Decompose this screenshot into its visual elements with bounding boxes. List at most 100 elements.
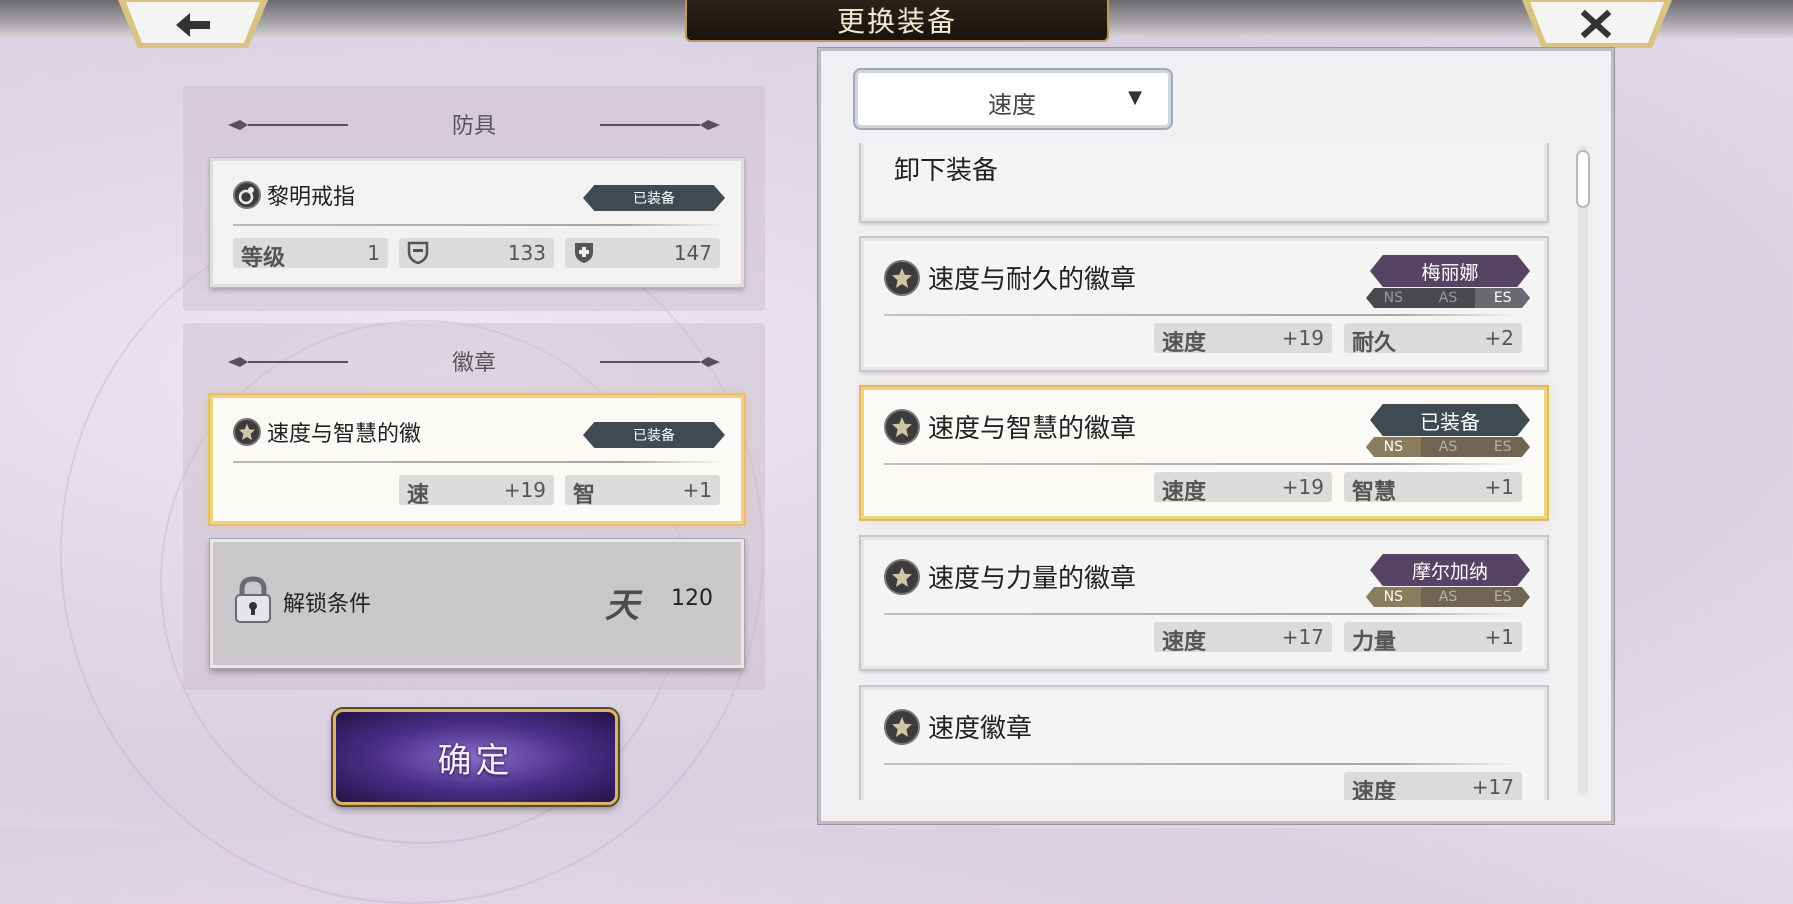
equipped-tag: 已装备 [1370, 404, 1530, 436]
stat-value: +19 [1281, 326, 1324, 350]
ornament-right-icon [600, 120, 720, 130]
star-badge-icon [884, 259, 920, 296]
badge-list-item[interactable]: 速度与力量的徽章 摩尔加纳 NS AS ES 速度 +17 力量 +1 [861, 537, 1547, 669]
stat-defense: 133 [399, 238, 554, 268]
ornament-left-icon [228, 357, 348, 367]
character-tag: 摩尔加纳 [1370, 554, 1530, 586]
version-es: ES [1475, 288, 1530, 308]
stat-value: +1 [1484, 475, 1514, 499]
version-es: ES [1493, 439, 1512, 455]
stat-value: +1 [1484, 625, 1514, 649]
badge-title: 速度与耐久的徽章 [884, 259, 1136, 296]
badge-title: 速度徽章 [884, 708, 1032, 745]
stat-speed: 速 +19 [399, 475, 554, 508]
stat-value: 1 [367, 241, 380, 265]
ring-icon [233, 181, 261, 209]
filter-dropdown[interactable]: 速度 ▼ [855, 70, 1171, 128]
unequip-row[interactable]: 卸下装备 [861, 143, 1547, 221]
stat-label: 耐久 [1352, 331, 1397, 356]
divider [884, 763, 1518, 765]
shield-icon [407, 240, 429, 270]
list-scrollbar[interactable] [1578, 146, 1588, 796]
close-button[interactable] [1522, 0, 1672, 50]
star-badge-icon [884, 558, 920, 595]
stat-strength: 力量 +1 [1344, 622, 1522, 655]
badge-name: 速度徽章 [928, 714, 1033, 744]
stat-endurance: 耐久 +2 [1344, 323, 1522, 356]
badge-name: 速度与耐久的徽章 [928, 265, 1137, 295]
stat-speed: 速度 +19 [1154, 472, 1332, 505]
stat-magic-defense: 147 [565, 238, 720, 268]
stat-label: 速度 [1352, 780, 1397, 800]
locked-slot-card[interactable]: 解锁条件 天 120 [210, 539, 744, 668]
stat-label: 智 [573, 483, 596, 508]
armor-item-card[interactable]: 黎明戒指 已装备 等级 1 133 147 [210, 158, 744, 287]
stat-value: 133 [507, 241, 546, 265]
stat-label: 等级 [241, 246, 286, 271]
stat-speed: 速度 +17 [1344, 772, 1522, 800]
title-plate: 更换装备 [685, 0, 1109, 42]
version-as: AS [1438, 290, 1458, 306]
filter-selected-value: 速度 [988, 91, 1036, 119]
badge-item-name: 速度与智慧的徽 [267, 422, 422, 447]
stat-label: 速度 [1162, 331, 1207, 356]
badge-title: 速度与力量的徽章 [884, 558, 1136, 595]
stat-value: +19 [503, 478, 546, 502]
version-as: AS [1438, 439, 1458, 455]
version-indicator: NS AS ES [1366, 587, 1530, 607]
divider [233, 461, 723, 463]
character-tag: 梅丽娜 [1370, 255, 1530, 287]
ornament-left-icon [228, 120, 348, 130]
confirm-button[interactable]: 确定 [333, 709, 618, 805]
version-ns: NS [1366, 587, 1421, 607]
armor-section-header: 防具 [183, 106, 765, 142]
stat-speed: 速度 +17 [1154, 622, 1332, 655]
badge-list-item[interactable]: 速度与耐久的徽章 梅丽娜 NS AS ES 速度 +19 耐久 +2 [861, 238, 1547, 370]
stat-label: 速度 [1162, 480, 1207, 505]
divider [884, 613, 1518, 615]
armor-item-name: 黎明戒指 [267, 185, 356, 210]
stat-label: 速度 [1162, 630, 1207, 655]
stat-value: +2 [1484, 326, 1514, 350]
armor-heading: 防具 [451, 114, 496, 139]
version-as: AS [1438, 589, 1458, 605]
shield-plus-icon [573, 240, 595, 270]
badge-list-item[interactable]: 速度徽章 速度 +17 [861, 687, 1547, 800]
divider [884, 314, 1518, 316]
divider [233, 224, 723, 226]
badge-name: 速度与力量的徽章 [928, 564, 1137, 594]
stat-label: 智慧 [1352, 480, 1397, 505]
stat-value: +19 [1281, 475, 1324, 499]
badge-list[interactable]: 卸下装备 速度与耐久的徽章 梅丽娜 NS AS ES 速度 +19 耐久 +2 … [855, 143, 1555, 800]
ornament-right-icon [600, 357, 720, 367]
unequip-label: 卸下装备 [894, 156, 999, 186]
badge-section-header: 徽章 [183, 343, 765, 379]
star-badge-icon [884, 408, 920, 445]
badge-item-title: 速度与智慧的徽 [233, 416, 421, 448]
stat-speed: 速度 +19 [1154, 323, 1332, 356]
badge-name: 速度与智慧的徽章 [928, 414, 1137, 444]
chevron-down-icon: ▼ [1128, 87, 1142, 108]
badge-list-item-selected[interactable]: 速度与智慧的徽章 已装备 NS AS ES 速度 +19 智慧 +1 [861, 387, 1547, 519]
armor-item-title: 黎明戒指 [233, 179, 355, 211]
version-indicator: NS AS ES [1366, 288, 1530, 308]
scrollbar-thumb[interactable] [1576, 150, 1590, 208]
star-badge-icon [884, 708, 920, 745]
divider [884, 463, 1518, 465]
page-title: 更换装备 [836, 5, 957, 38]
stat-wisdom: 智 +1 [565, 475, 720, 508]
version-es: ES [1493, 589, 1512, 605]
confirm-label: 确定 [437, 740, 514, 781]
heaven-rank-glyph: 天 [605, 586, 639, 626]
unlock-level-value: 120 [671, 586, 713, 611]
star-badge-icon [233, 418, 261, 446]
stat-label: 力量 [1352, 630, 1397, 655]
back-button[interactable] [118, 0, 268, 50]
version-indicator: NS AS ES [1366, 437, 1530, 457]
stat-label: 速 [407, 483, 430, 508]
version-ns: NS [1383, 290, 1404, 306]
stat-wisdom: 智慧 +1 [1344, 472, 1522, 505]
stat-value: +17 [1281, 625, 1324, 649]
badge-item-card[interactable]: 速度与智慧的徽 已装备 速 +19 智 +1 [210, 395, 744, 524]
stat-value: +17 [1471, 775, 1514, 799]
